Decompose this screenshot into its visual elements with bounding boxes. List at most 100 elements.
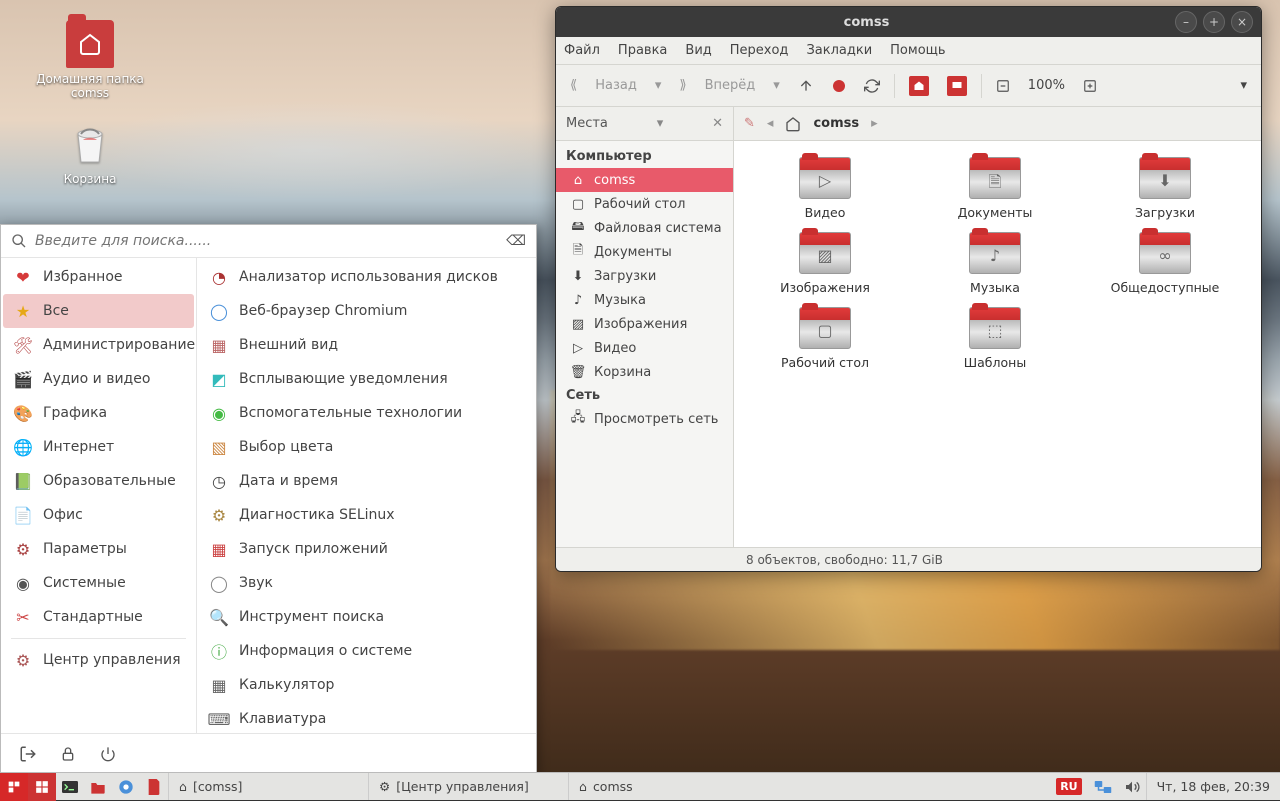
file-manager-window: comss – + × Файл Правка Вид Переход Закладки… <box>555 6 1262 572</box>
places-toggle[interactable]: ▾ <box>657 116 664 131</box>
start-button[interactable] <box>0 773 28 801</box>
control-center-item[interactable]: ⚙Центр управления <box>3 643 194 677</box>
stop-button[interactable] <box>828 76 850 96</box>
sidebar-item[interactable]: ⌂comss <box>556 168 733 192</box>
category-item[interactable]: 🌐Интернет <box>3 430 194 464</box>
taskbar-item[interactable]: ⌂comss <box>568 773 768 800</box>
search-clear-icon[interactable]: ⌫ <box>506 233 526 249</box>
category-item[interactable]: 🎬Аудио и видео <box>3 362 194 396</box>
folder-item[interactable]: ⬇Загрузки <box>1080 153 1250 224</box>
desktop-icon-home[interactable]: Домашняя папка comss <box>30 20 150 100</box>
search-input[interactable] <box>35 233 498 249</box>
sidebar-item[interactable]: 🗑Корзина <box>556 360 733 384</box>
app-item[interactable]: ◯Веб-браузер Chromium <box>199 294 534 328</box>
view-menu[interactable]: ▾ <box>1236 75 1251 96</box>
app-item[interactable]: ◩Всплывающие уведомления <box>199 362 534 396</box>
path-edit-icon[interactable]: ✎ <box>744 116 755 131</box>
power-button[interactable] <box>91 740 125 768</box>
folder-item[interactable]: ▨Изображения <box>740 228 910 299</box>
maximize-button[interactable]: + <box>1203 11 1225 33</box>
nav-back-button[interactable]: Назад <box>591 75 641 96</box>
app-launcher[interactable] <box>140 773 168 801</box>
app-item[interactable]: ◯Звук <box>199 566 534 600</box>
nav-forward-button[interactable]: Вперёд <box>701 75 760 96</box>
app-item[interactable]: ▧Выбор цвета <box>199 430 534 464</box>
category-item[interactable]: 📄Офис <box>3 498 194 532</box>
menu-item[interactable]: Помощь <box>890 43 945 58</box>
category-item[interactable]: ✂Стандартные <box>3 600 194 634</box>
category-item[interactable]: 📗Образовательные <box>3 464 194 498</box>
show-desktop-button[interactable] <box>28 773 56 801</box>
nav-up-button[interactable] <box>794 75 818 97</box>
computer-button[interactable] <box>943 73 971 99</box>
sidebar-item[interactable]: 🗎Документы <box>556 240 733 264</box>
nav-forward-far-button[interactable]: ⟫ <box>675 75 690 96</box>
path-forward-icon[interactable]: ▸ <box>871 116 878 131</box>
taskbar-item[interactable]: ⌂[comss] <box>168 773 368 800</box>
path-back-icon[interactable]: ◂ <box>767 116 774 131</box>
app-label: Дата и время <box>239 473 338 489</box>
app-item[interactable]: ◉Вспомогательные технологии <box>199 396 534 430</box>
clock[interactable]: Чт, 18 фев, 20:39 <box>1146 773 1280 800</box>
sidebar-item[interactable]: 🖴Файловая система <box>556 216 733 240</box>
places-close[interactable]: ✕ <box>712 116 723 131</box>
titlebar[interactable]: comss – + × <box>556 7 1261 37</box>
terminal-launcher[interactable] <box>56 773 84 801</box>
volume-icon[interactable] <box>1118 773 1146 800</box>
app-item[interactable]: ⓘИнформация о системе <box>199 634 534 668</box>
app-item[interactable]: ◷Дата и время <box>199 464 534 498</box>
fm-icon-view[interactable]: ▷Видео🗎Документы⬇Загрузки ▨Изображения♪Му… <box>734 141 1261 547</box>
network-icon[interactable] <box>1088 773 1118 800</box>
nav-back-menu[interactable]: ▾ <box>651 75 666 96</box>
sidebar-item[interactable]: ▷Видео <box>556 336 733 360</box>
sidebar-item[interactable]: ▨Изображения <box>556 312 733 336</box>
lock-button[interactable] <box>51 740 85 768</box>
menu-item[interactable]: Вид <box>685 43 711 58</box>
minimize-button[interactable]: – <box>1175 11 1197 33</box>
app-item[interactable]: ▦Калькулятор <box>199 668 534 702</box>
app-icon: ◯ <box>209 301 229 321</box>
path-current[interactable]: comss <box>813 116 859 131</box>
category-item[interactable]: ◉Системные <box>3 566 194 600</box>
sidebar-item[interactable]: ♪Музыка <box>556 288 733 312</box>
folder-item[interactable]: 🗎Документы <box>910 153 1080 224</box>
folder-item[interactable]: ♪Музыка <box>910 228 1080 299</box>
sidebar-item[interactable]: ⬇Загрузки <box>556 264 733 288</box>
keyboard-layout[interactable]: RU <box>1050 773 1087 800</box>
app-item[interactable]: 🔍Инструмент поиска <box>199 600 534 634</box>
app-item[interactable]: ◔Анализатор использования дисков <box>199 260 534 294</box>
category-item[interactable]: 🛠Администрирование <box>3 328 194 362</box>
menu-item[interactable]: Закладки <box>806 43 872 58</box>
menu-item[interactable]: Переход <box>730 43 789 58</box>
desktop-icon-trash[interactable]: Корзина <box>30 120 150 186</box>
folder-item[interactable]: ▢Рабочий стол <box>740 303 910 374</box>
category-item[interactable]: ⚙Параметры <box>3 532 194 566</box>
zoom-in-button[interactable] <box>1079 76 1101 96</box>
category-item[interactable]: ★Все <box>3 294 194 328</box>
app-item[interactable]: ▦Запуск приложений <box>199 532 534 566</box>
nav-back-far-button[interactable]: ⟪ <box>566 75 581 96</box>
category-label: Параметры <box>43 541 127 557</box>
home-button[interactable] <box>905 73 933 99</box>
taskbar-item[interactable]: ⚙[Центр управления] <box>368 773 568 800</box>
browser-launcher[interactable] <box>112 773 140 801</box>
close-button[interactable]: × <box>1231 11 1253 33</box>
zoom-out-button[interactable] <box>992 76 1014 96</box>
nav-forward-menu[interactable]: ▾ <box>769 75 784 96</box>
menu-item[interactable]: Правка <box>618 43 667 58</box>
folder-item[interactable]: ▷Видео <box>740 153 910 224</box>
menu-item[interactable]: Файл <box>564 43 600 58</box>
app-item[interactable]: ▦Внешний вид <box>199 328 534 362</box>
sidebar-item[interactable]: ▢Рабочий стол <box>556 192 733 216</box>
path-home-icon[interactable] <box>785 116 801 132</box>
files-launcher[interactable] <box>84 773 112 801</box>
category-item[interactable]: 🎨Графика <box>3 396 194 430</box>
folder-item[interactable]: ⬚Шаблоны <box>910 303 1080 374</box>
reload-button[interactable] <box>860 75 884 97</box>
folder-item[interactable]: ∞Общедоступные <box>1080 228 1250 299</box>
sidebar-item[interactable]: 🖧Просмотреть сеть <box>556 407 733 431</box>
app-item[interactable]: ⌨Клавиатура <box>199 702 534 733</box>
logout-button[interactable] <box>11 740 45 768</box>
app-item[interactable]: ⚙Диагностика SELinux <box>199 498 534 532</box>
category-item[interactable]: ❤Избранное <box>3 260 194 294</box>
